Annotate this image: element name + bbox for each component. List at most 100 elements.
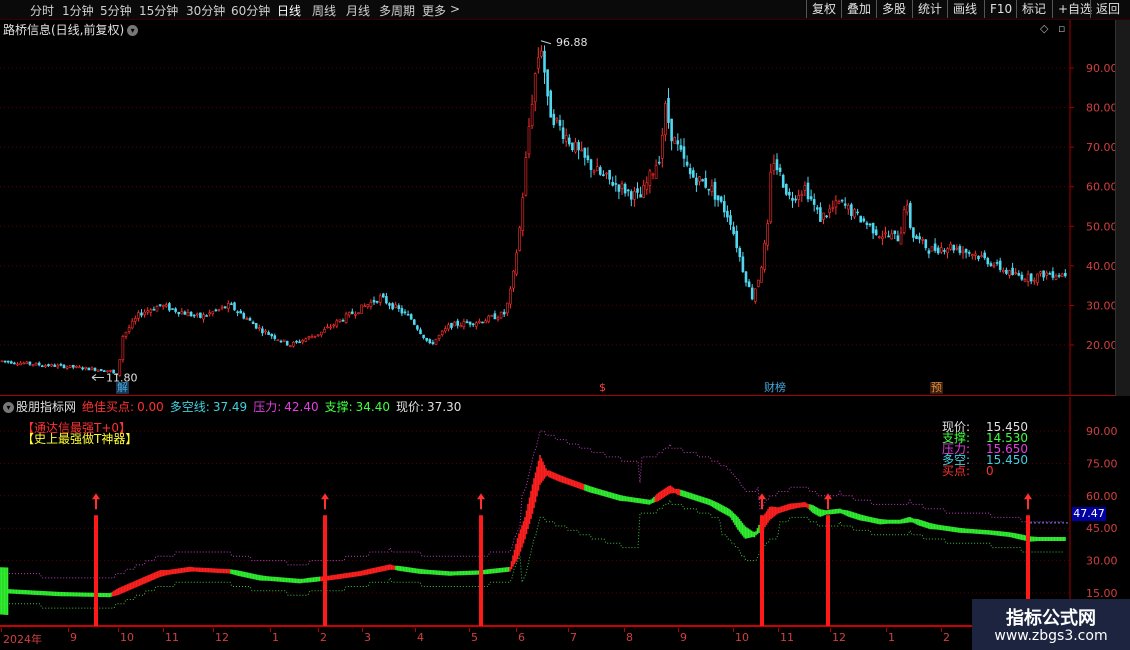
x-tick-label: 9 [70,631,77,644]
y-tick-label: 40.00 [1086,260,1118,273]
x-tick-label: 6 [518,631,525,644]
candle-body [254,323,258,329]
tab-10[interactable]: 多周期 [379,2,415,19]
candle-body [447,324,450,330]
ind-y-tick-label: 75.00 [1086,457,1118,470]
candle-body [766,223,770,246]
candle-body [180,311,184,315]
candle-body [44,365,47,368]
candle-body [939,247,943,253]
main-price-chart[interactable]: 90.00 80.00 70.00 60.00 50.00 40.00 30.00 20.00… [0,20,1130,396]
y-tick-label: 80.00 [1086,102,1118,115]
candle-body [763,242,766,270]
event-badge-3[interactable]: 财榜 [763,382,787,394]
candle-body [778,167,782,172]
candle-body [707,188,711,191]
candle-body [577,142,580,151]
candle-body [84,366,87,370]
toolbar-button-6[interactable]: F10 [984,0,1017,18]
tab-11[interactable]: 更多 [422,2,446,19]
candle-body [902,209,906,233]
candle-body [428,339,432,344]
candle-body [639,194,642,198]
candle-body [130,320,134,329]
candle-body [478,320,481,323]
candle-body [285,340,289,346]
toolbar-button-2[interactable]: 叠加 [841,0,876,18]
toolbar-button-3[interactable]: 多股 [876,0,911,18]
candle-body [515,252,518,275]
candle-body [899,232,903,245]
candle-body [837,201,841,204]
tab-7[interactable]: 日线 [277,2,301,19]
toolbar-button-9[interactable]: 返回 [1090,0,1125,18]
tab-6[interactable]: 60分钟 [231,2,270,19]
right-side-panel[interactable] [1115,20,1130,396]
tab-4[interactable]: 15分钟 [139,2,178,19]
candle-body [230,303,233,305]
ind-y-tick-label: 45.00 [1086,522,1118,535]
tab-8[interactable]: 周线 [312,2,336,19]
toolbar-button-7[interactable]: 标记 [1016,0,1051,18]
current-price-tag: 47.47 [1072,507,1106,521]
buy-signal-bar [760,515,764,626]
x-tick-label: 12 [215,631,229,644]
event-badge-2[interactable]: $ [598,382,607,394]
candle-body [468,321,472,325]
tab-9[interactable]: 月线 [346,2,370,19]
tab-2[interactable]: 1分钟 [62,2,94,19]
candle-body [366,304,370,308]
candle-body [995,262,999,264]
candle-body [75,365,78,368]
x-tick [469,628,470,632]
candle-body [78,366,81,369]
candle-body [964,248,968,253]
candle-body [992,264,996,267]
ind-y-tick-label: 30.00 [1086,555,1118,568]
candle-body [453,321,456,327]
toolbar-button-4[interactable]: 统计 [912,0,947,18]
candle-body [561,127,565,139]
candle-body [90,367,94,371]
x-tick-label: 11 [165,631,179,644]
toolbar-button-5[interactable]: 画线 [947,0,982,18]
candle-body [1011,267,1014,275]
x-tick [830,628,831,632]
ind-y-tick-label: 60.00 [1086,490,1118,503]
candle-body [791,197,794,201]
candle-body [527,126,531,155]
x-tick-label: 7 [570,631,577,644]
candle-body [1033,279,1036,282]
x-tick [886,628,887,632]
candle-body [908,203,912,228]
event-badge-1[interactable]: 解 [116,382,129,394]
candle-body [834,200,838,208]
candle-body [890,233,894,240]
candle-body [59,363,63,366]
event-badge-4[interactable]: 预 [930,382,943,394]
tab-1[interactable]: 分时 [30,2,54,19]
more-chevron-icon[interactable]: > [450,2,460,16]
candle-body [257,327,261,330]
candle-body [192,314,196,317]
toolbar-button-1[interactable]: 复权 [806,0,841,18]
x-tick [516,628,517,632]
tab-3[interactable]: 5分钟 [100,2,132,19]
candle-body [261,328,264,334]
watermark: 指标公式网 www.zbgs3.com [972,599,1130,650]
support-line [0,498,1064,609]
candle-body [186,312,190,317]
candle-body [509,288,512,305]
candle-body [831,207,835,209]
candle-body [788,191,791,196]
x-tick-label: 12 [832,631,846,644]
tab-5[interactable]: 30分钟 [186,2,225,19]
candle-body [158,304,162,306]
candle-body [1057,275,1061,277]
candle-body [924,239,928,249]
candle-body [732,226,735,235]
y-tick-label: 60.00 [1086,181,1118,194]
candle-body [586,155,590,161]
buy-arrow-icon [92,493,100,510]
candle-body [354,314,357,316]
